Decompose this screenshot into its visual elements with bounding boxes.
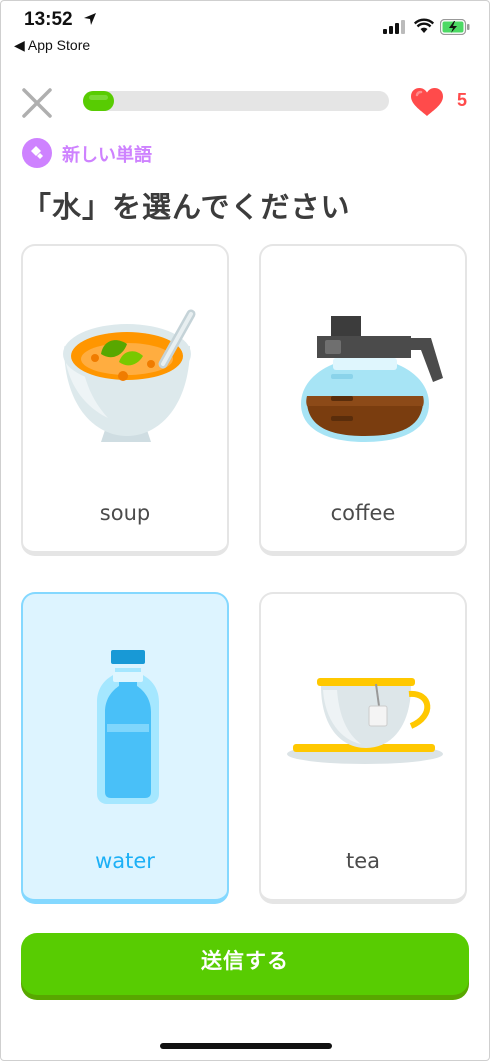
progress-fill <box>83 91 114 111</box>
choice-card-water[interactable]: water <box>21 592 229 904</box>
location-arrow-icon <box>84 13 96 25</box>
coffee-pot-icon <box>301 316 443 442</box>
choice-card-tea[interactable]: tea <box>259 592 467 904</box>
battery-charging-icon <box>440 19 470 35</box>
choice-label-tea: tea <box>345 849 381 873</box>
back-to-app-store-link[interactable]: ◀ App Store <box>14 37 90 54</box>
heart-icon <box>411 88 443 116</box>
soup-bowl-icon <box>63 309 196 442</box>
home-indicator <box>160 1043 332 1049</box>
choice-label-soup: soup <box>99 501 151 525</box>
lesson-progress-bar <box>83 91 389 111</box>
status-time: 13:52 <box>24 9 73 30</box>
close-icon[interactable] <box>20 86 54 120</box>
choice-label-water: water <box>95 849 155 873</box>
choice-label-coffee: coffee <box>330 501 396 525</box>
submit-button[interactable]: 送信する <box>21 933 469 995</box>
water-bottle-icon <box>97 650 159 804</box>
wifi-icon <box>414 18 434 33</box>
choice-card-coffee[interactable]: coffee <box>259 244 467 556</box>
new-word-label: 新しい単語 <box>62 145 152 166</box>
hearts-count: 5 <box>457 90 468 110</box>
cellular-signal-icon <box>383 20 405 34</box>
status-bar: 13:52 ◀ App Store <box>0 0 490 62</box>
choice-card-soup[interactable]: soup <box>21 244 229 556</box>
tea-cup-icon <box>287 678 443 764</box>
new-word-badge-icon <box>22 138 52 168</box>
question-prompt: 「水」を選んでください <box>22 190 351 224</box>
